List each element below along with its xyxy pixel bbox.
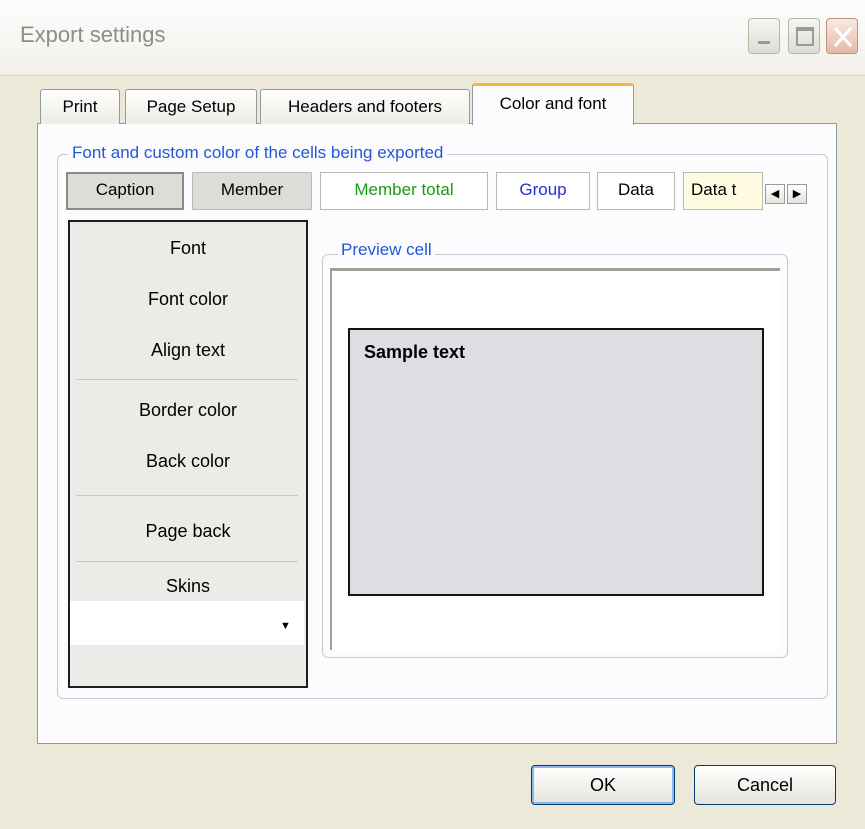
tab-print[interactable]: Print — [40, 89, 120, 124]
back-color-button[interactable]: Back color — [70, 451, 306, 472]
cell-tab-caption[interactable]: Caption — [66, 172, 184, 210]
cell-tab-data[interactable]: Data — [597, 172, 675, 210]
arrow-right-icon: ▶ — [792, 188, 802, 200]
close-button[interactable] — [826, 18, 858, 54]
arrow-left-icon: ◀ — [770, 188, 780, 200]
cancel-button[interactable]: Cancel — [694, 765, 836, 805]
close-icon — [833, 27, 853, 47]
tab-headers-and-footers[interactable]: Headers and footers — [260, 89, 470, 124]
minimize-icon — [758, 41, 770, 44]
border-color-button[interactable]: Border color — [70, 400, 306, 421]
cell-tab-member[interactable]: Member — [192, 172, 312, 210]
maximize-button[interactable] — [788, 18, 820, 54]
minimize-button[interactable] — [748, 18, 780, 54]
tab-color-and-font[interactable]: Color and font — [472, 83, 634, 125]
sample-text: Sample text — [364, 342, 466, 362]
cell-tab-group[interactable]: Group — [496, 172, 590, 210]
font-button[interactable]: Font — [70, 238, 306, 259]
separator — [76, 379, 298, 380]
scroll-right-button[interactable]: ▶ — [787, 184, 807, 204]
skins-label: Skins — [165, 576, 210, 596]
window-title: Export settings — [20, 22, 166, 47]
separator — [76, 495, 298, 496]
ok-button[interactable]: OK — [531, 765, 675, 805]
maximize-icon — [796, 27, 814, 46]
scroll-left-button[interactable]: ◀ — [765, 184, 785, 204]
sample-cell — [348, 328, 764, 596]
tab-page-setup[interactable]: Page Setup — [125, 89, 257, 124]
preview-legend: Preview cell — [338, 240, 435, 260]
skins-select[interactable] — [70, 601, 304, 645]
dropdown-arrow-icon[interactable]: ▼ — [280, 620, 291, 632]
cell-tab-data-total[interactable]: Data t — [683, 172, 763, 210]
font-color-button[interactable]: Font color — [70, 289, 306, 310]
align-text-button[interactable]: Align text — [70, 340, 306, 361]
group-legend: Font and custom color of the cells being… — [68, 143, 448, 163]
separator — [76, 561, 298, 562]
page-back-button[interactable]: Page back — [70, 521, 306, 542]
cell-tab-member-total[interactable]: Member total — [320, 172, 488, 210]
